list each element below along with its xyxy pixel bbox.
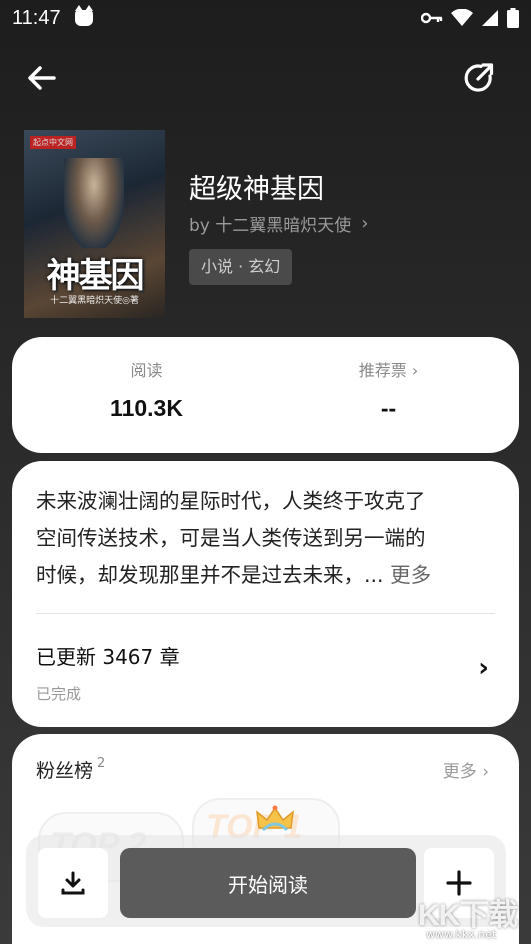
app-notification-icon (74, 5, 93, 26)
status-time: 11:47 (12, 6, 61, 29)
top-bar (0, 58, 531, 98)
description-line: 未来波澜壮阔的星际时代，人类终于攻克了 (36, 489, 426, 513)
battery-icon (507, 8, 519, 28)
site-watermark: KK下载 www.kkx.net (416, 890, 531, 944)
download-icon (61, 871, 85, 895)
description-line: 空间传送技术，可是当人类传送到另一端的 (36, 526, 426, 550)
signal-icon (482, 10, 498, 26)
crown-icon (256, 805, 294, 832)
chevron-right-icon: › (361, 213, 369, 234)
cover-figure (64, 158, 124, 248)
download-button[interactable] (38, 848, 108, 918)
description-line: 时候，却发现那里并不是过去未来，... 更多 (36, 557, 498, 594)
cover-publisher: 起点中文网 (30, 136, 76, 149)
cover-title: 神基因 (46, 256, 145, 296)
fans-more-link[interactable]: 更多 › (443, 757, 489, 782)
book-cover[interactable]: 起点中文网 神基因 十二翼黑暗炽天使◎著 (24, 130, 165, 318)
fans-title-text: 粉丝榜 (36, 760, 94, 782)
completion-status: 已完成 (36, 685, 82, 703)
fans-title: 粉丝榜 2 (36, 756, 105, 783)
chevron-right-icon[interactable]: › (478, 653, 489, 683)
description-text[interactable]: 未来波澜壮阔的星际时代，人类终于攻克了 空间传送技术，可是当人类传送到另一端的 … (36, 483, 498, 594)
book-title: 超级神基因 (189, 174, 324, 205)
watermark-url: www.kkx.net (426, 928, 497, 941)
ticket-label: 推荐票 › (358, 361, 419, 380)
description-card: 未来波澜壮阔的星际时代，人类终于攻克了 空间传送技术，可是当人类传送到另一端的 … (12, 461, 519, 727)
recommend-ticket-stat[interactable]: 推荐票 › -- (262, 337, 515, 422)
read-value: 110.3K (110, 395, 183, 421)
more-link[interactable]: 更多 (390, 563, 431, 587)
stats-card: 阅读 110.3K 推荐票 › -- (12, 337, 519, 453)
vpn-key-icon (421, 12, 443, 24)
share-icon[interactable] (461, 60, 497, 96)
read-label: 阅读 (130, 361, 163, 380)
status-bar: 11:47 (0, 0, 531, 36)
fans-count: 2 (97, 756, 106, 771)
author-link[interactable]: by 十二翼黑暗炽天使 › (189, 211, 368, 236)
back-arrow-icon[interactable] (24, 60, 60, 96)
author-name: by 十二翼黑暗炽天使 (189, 216, 352, 236)
ticket-value: -- (380, 395, 397, 421)
wifi-icon (451, 9, 473, 26)
read-count-stat: 阅读 110.3K (20, 337, 273, 422)
cover-author: 十二翼黑暗炽天使◎著 (50, 296, 139, 306)
category-tag[interactable]: 小说 · 玄幻 (189, 249, 293, 285)
chapter-count[interactable]: 已更新 3467 章 (36, 641, 180, 670)
start-reading-button[interactable]: 开始阅读 (120, 848, 416, 918)
description-line-3: 时候，却发现那里并不是过去未来，... (36, 563, 384, 587)
divider (36, 613, 495, 614)
